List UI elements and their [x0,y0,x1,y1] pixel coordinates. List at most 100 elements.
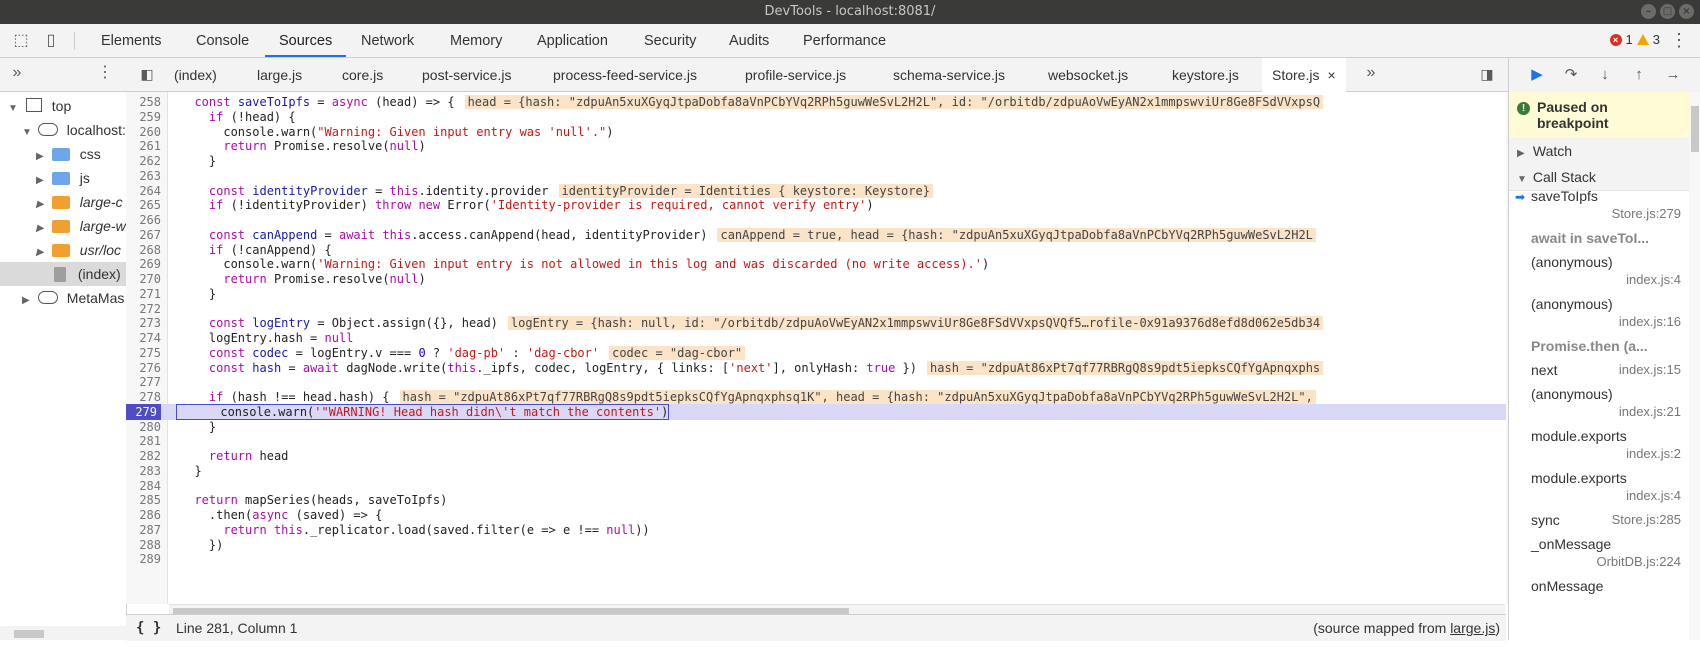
line-number[interactable]: 258 [126,94,161,110]
code-line[interactable]: 281 [126,433,1506,449]
file-tab-websocket-js[interactable]: websocket.js [1048,58,1128,91]
maximize-icon[interactable]: □ [1660,4,1675,19]
line-number[interactable]: 267 [126,227,161,243]
toggle-debugger-icon[interactable]: ◨ [1478,65,1496,83]
step-icon[interactable]: → [1663,66,1683,84]
file-tab-store-js[interactable]: Store.js × [1262,58,1346,92]
code-line[interactable]: 282 return head [126,448,1506,464]
code-line[interactable]: 288 }) [126,537,1506,553]
frame-location[interactable]: index.js:21 [1619,404,1681,419]
call-frame[interactable]: (anonymous) index.js:16 [1509,296,1689,338]
tree-item-localhost[interactable]: ▼ localhost:8081 [0,118,126,142]
code-line[interactable]: 263 [126,168,1506,184]
code-line[interactable]: 269 console.warn('Warning: Given input e… [126,256,1506,272]
frame-location[interactable]: index.js:16 [1619,314,1681,329]
toggle-navigator-icon[interactable]: ◧ [138,65,156,83]
tree-item-usr-local[interactable]: ▶ usr/loc [0,238,126,262]
pretty-print-button[interactable]: { } [136,615,161,641]
close-icon[interactable]: × [1679,4,1694,19]
line-number[interactable]: 289 [126,551,161,567]
line-number[interactable]: 288 [126,537,161,553]
line-number[interactable]: 277 [126,374,161,390]
code-line[interactable]: 272 [126,301,1506,317]
tree-item-large-w[interactable]: ▶ large-w [0,214,126,238]
line-number[interactable]: 286 [126,507,161,523]
frame-location[interactable]: index.js:4 [1626,488,1681,503]
code-line[interactable]: 289 [126,551,1506,567]
code-line[interactable]: 268 if (!canAppend) { [126,242,1506,258]
tab-memory[interactable]: Memory [450,24,502,57]
step-out-icon[interactable]: ↑ [1629,66,1649,84]
tab-sources[interactable]: Sources [264,24,347,57]
issues-counter[interactable]: × 1 3 [1609,32,1660,47]
call-frame[interactable]: onMessage [1509,578,1689,602]
code-line[interactable]: 277 [126,374,1506,390]
line-number[interactable]: 266 [126,212,161,228]
more-tabs-icon[interactable]: » [1362,64,1380,82]
tab-network[interactable]: Network [361,24,414,57]
line-number[interactable]: 268 [126,242,161,258]
line-number[interactable]: 285 [126,492,161,508]
code-line[interactable]: 276 const hash = await dagNode.write(thi… [126,360,1506,376]
code-line[interactable]: 264 const identityProvider = this.identi… [126,183,1506,199]
tab-elements[interactable]: Elements [101,24,161,57]
inspect-element-icon[interactable]: ⬚ [12,32,30,50]
call-frame[interactable]: (anonymous) index.js:21 [1509,386,1689,428]
code-editor[interactable]: 258 const saveToIpfs = async (head) => {… [126,92,1506,604]
call-frame[interactable]: next index.js:15 [1509,362,1689,386]
file-tab-profile-service-js[interactable]: profile-service.js [745,58,846,91]
step-over-icon[interactable]: ↷ [1561,66,1581,84]
line-number[interactable]: 272 [126,301,161,317]
frame-location[interactable]: Store.js:285 [1612,512,1681,527]
file-tab-schema-service-js[interactable]: schema-service.js [893,58,1005,91]
call-frame[interactable]: ➡ saveToIpfs Store.js:279 [1509,188,1689,230]
line-number[interactable]: 271 [126,286,161,302]
frame-location[interactable]: index.js:15 [1619,362,1681,377]
tab-performance[interactable]: Performance [803,24,886,57]
tree-item-top[interactable]: ▼ top [0,94,126,118]
line-number[interactable]: 287 [126,522,161,538]
file-tab-core-js[interactable]: core.js [342,58,383,91]
code-line[interactable]: 267 const canAppend = await this.access.… [126,227,1506,243]
tree-item-js[interactable]: ▶ js [0,166,126,190]
resume-icon[interactable]: ▶ [1527,66,1547,84]
tree-item-index[interactable]: (index) [0,262,126,286]
line-number[interactable]: 281 [126,433,161,449]
code-line[interactable]: 262 } [126,153,1506,169]
file-tab-keystore-js[interactable]: keystore.js [1172,58,1239,91]
code-line[interactable]: 259 if (!head) { [126,109,1506,125]
tree-item-metamask[interactable]: ▶ MetaMas [0,286,126,310]
file-tab-process-feed-service-js[interactable]: process-feed-service.js [553,58,697,91]
frame-location[interactable]: OrbitDB.js:224 [1596,554,1681,569]
close-tab-icon[interactable]: × [1327,67,1335,83]
code-line[interactable]: 270 return Promise.resolve(null) [126,271,1506,287]
code-line[interactable]: 278 if (hash !== head.hash) {hash = "zdp… [126,389,1506,405]
breakpoint-line[interactable]: 279 console.warn('"WARNING! Head hash di… [126,403,1506,420]
frame-location[interactable]: Store.js:279 [1612,206,1681,221]
line-number[interactable]: 264 [126,183,161,199]
code-line[interactable]: 283 } [126,463,1506,479]
call-frame[interactable]: sync Store.js:285 [1509,512,1689,536]
minimize-icon[interactable]: – [1641,4,1656,19]
code-line[interactable]: 273 const logEntry = Object.assign({}, h… [126,315,1506,331]
line-number[interactable]: 284 [126,478,161,494]
navigator-menu-icon[interactable]: ⋮ [96,64,114,82]
line-number[interactable]: 261 [126,138,161,154]
line-number[interactable]: 273 [126,315,161,331]
file-tab-post-service-js[interactable]: post-service.js [422,58,511,91]
call-frame[interactable]: _onMessage OrbitDB.js:224 [1509,536,1689,578]
call-frame[interactable]: (anonymous) index.js:4 [1509,254,1689,296]
code-line[interactable]: 274 logEntry.hash = null [126,330,1506,346]
device-toolbar-icon[interactable]: ▯ [42,32,60,50]
call-frame[interactable]: module.exports index.js:2 [1509,428,1689,470]
code-line[interactable]: 260 console.warn("Warning: Given input e… [126,124,1506,140]
line-number[interactable]: 283 [126,463,161,479]
tree-item-large-c[interactable]: ▶ large-c [0,190,126,214]
code-line[interactable]: 275 const codec = logEntry.v === 0 ? 'da… [126,345,1506,361]
line-number[interactable]: 260 [126,124,161,140]
scrollbar-thumb[interactable] [1691,106,1699,152]
tab-application[interactable]: Application [537,24,608,57]
code-line[interactable]: 266 [126,212,1506,228]
line-number[interactable]: 259 [126,109,161,125]
debugger-vertical-scrollbar[interactable] [1689,92,1700,640]
